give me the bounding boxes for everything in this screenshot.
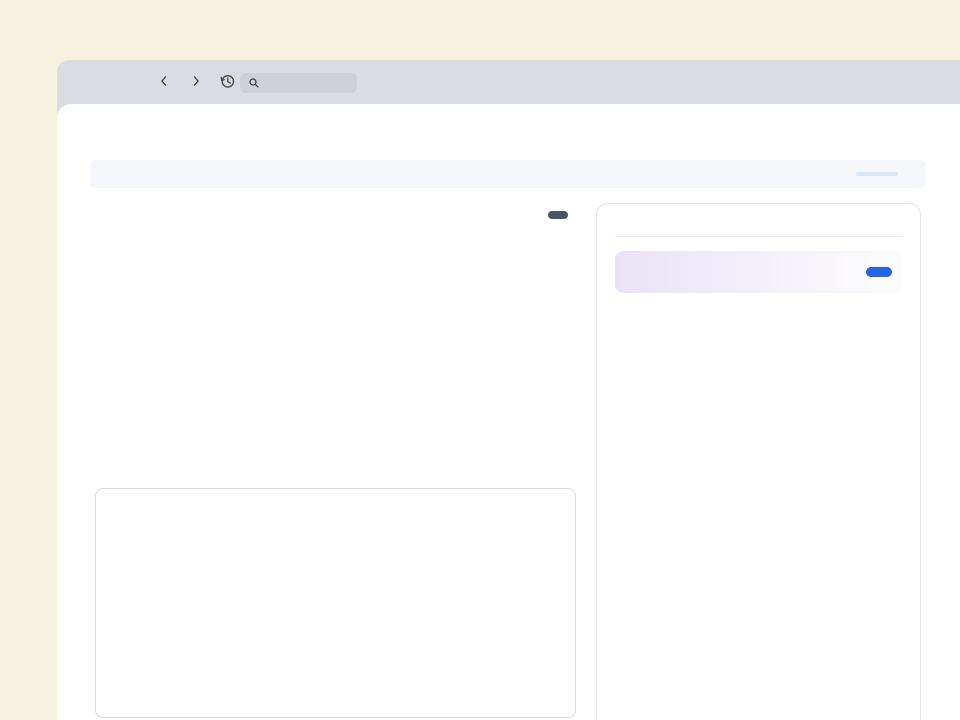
chevron-left-icon — [157, 74, 171, 88]
usage-notice-bar — [90, 160, 926, 188]
search-icon — [248, 77, 260, 89]
search-input[interactable] — [240, 73, 357, 93]
script-text-area[interactable] — [95, 488, 576, 718]
panel-tabs — [615, 236, 902, 237]
get-started-button[interactable] — [866, 267, 892, 277]
custom-avatar-banner — [615, 251, 902, 293]
avatar-video-preview[interactable] — [95, 203, 576, 471]
back-button[interactable] — [155, 72, 172, 89]
app-window — [57, 60, 960, 720]
ai-companion-badge — [548, 211, 568, 219]
titlebar — [57, 60, 960, 104]
chevron-right-icon — [189, 74, 203, 88]
usage-meter — [856, 172, 898, 176]
forward-button[interactable] — [187, 72, 204, 89]
history-icon — [219, 72, 236, 90]
customize-panel — [596, 203, 921, 720]
history-button[interactable] — [219, 72, 236, 89]
main-content — [57, 104, 960, 720]
